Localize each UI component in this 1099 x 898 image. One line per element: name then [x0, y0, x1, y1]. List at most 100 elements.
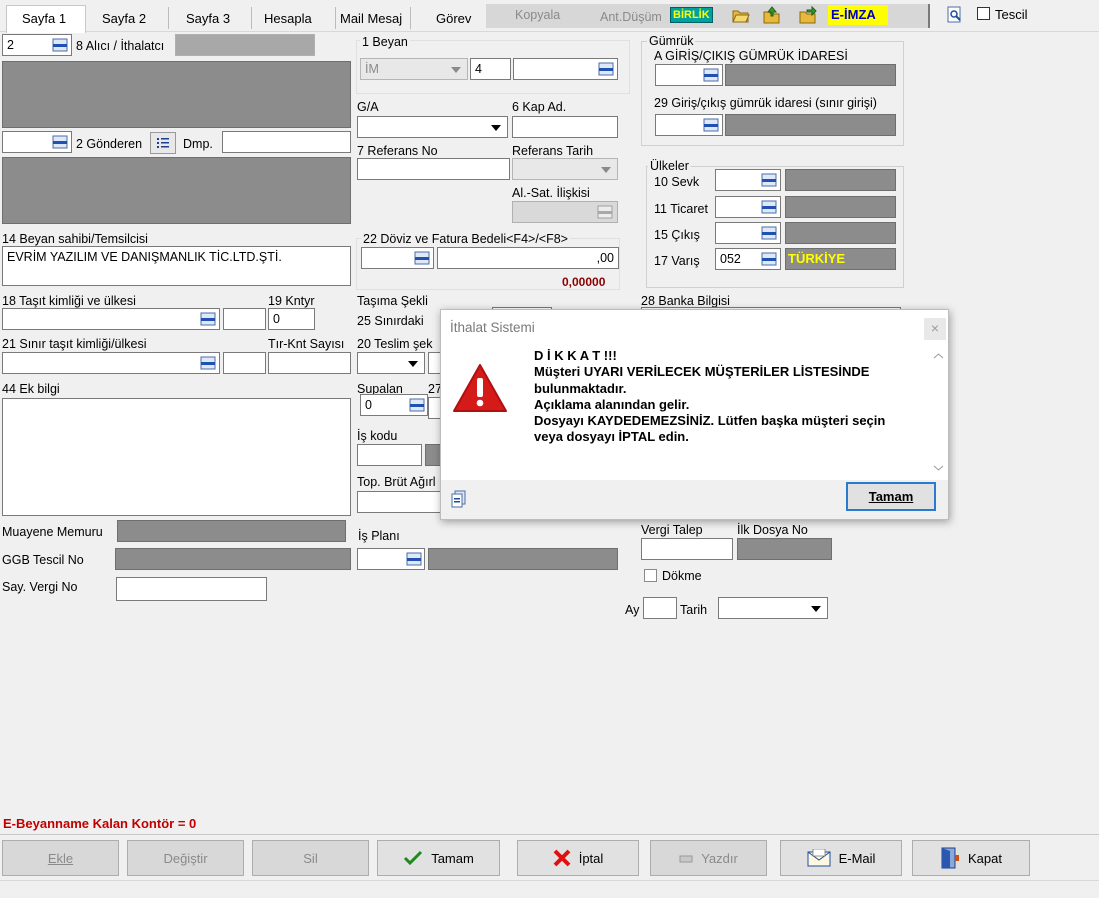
doviz-total: 0,00000	[562, 275, 606, 289]
referans-no-input[interactable]	[357, 158, 510, 180]
sinirdaki-label: 25 Sınırdaki	[357, 314, 424, 328]
search-doc-icon[interactable]	[947, 6, 963, 27]
dmp-input[interactable]	[222, 131, 351, 153]
chevron-down-icon	[933, 465, 944, 471]
tasima-label: Taşıma Şekli	[357, 294, 428, 308]
banka-label: 28 Banka Bilgisi	[641, 294, 730, 308]
lookup-icon[interactable]	[406, 395, 428, 415]
lookup-icon[interactable]	[403, 549, 425, 569]
vergi-talep-input[interactable]	[641, 538, 733, 560]
beyan-sahibi-input[interactable]: EVRİM YAZILIM VE DANIŞMANLIK TİC.LTD.ŞTİ…	[2, 246, 351, 286]
al-sat-label: Al.-Sat. İlişkisi	[512, 186, 590, 200]
gonderen-address-field	[2, 157, 351, 224]
tasit-input[interactable]	[2, 308, 220, 330]
kntyr-input[interactable]: 0	[268, 308, 315, 330]
lookup-icon[interactable]	[700, 115, 722, 135]
beyan-type-select[interactable]: İM	[360, 58, 468, 80]
ticaret-label: 11 Ticaret	[654, 202, 708, 216]
degistir-label: Değiştir	[163, 850, 208, 866]
doviz-amount-input[interactable]: ,00	[437, 247, 619, 269]
folder-forward-icon[interactable]	[799, 5, 817, 27]
cikis-name-field	[785, 222, 896, 244]
lookup-icon[interactable]	[758, 223, 780, 243]
degistir-button[interactable]: Değiştir	[127, 840, 244, 876]
tab-sayfa-2[interactable]: Sayfa 2	[102, 7, 146, 29]
kopyala-button[interactable]: Kopyala	[515, 8, 560, 22]
lookup-icon[interactable]	[411, 248, 433, 268]
dialog-line: Dosyayı KAYDEDEMEZSİNİZ. Lütfen başka mü…	[534, 413, 886, 429]
tarih-label: Tarih	[680, 603, 708, 617]
teslim-select[interactable]	[357, 352, 425, 374]
teslim-label: 20 Teslim şek	[357, 337, 433, 351]
cikis-label: 15 Çıkış	[654, 228, 700, 242]
e-imza-button[interactable]: E-İMZA	[828, 5, 888, 25]
dokme-checkbox[interactable]	[644, 569, 657, 582]
sil-button[interactable]: Sil	[252, 840, 369, 876]
lookup-icon[interactable]	[700, 65, 722, 85]
lookup-icon[interactable]	[197, 353, 219, 373]
kapat-button[interactable]: Kapat	[912, 840, 1030, 876]
yazdir-button[interactable]: Yazdır	[650, 840, 767, 876]
lookup-icon[interactable]	[595, 59, 617, 79]
lookup-icon[interactable]	[594, 202, 616, 222]
sinir-tasit-ulke-input[interactable]	[223, 352, 266, 374]
tarih-select[interactable]	[718, 597, 828, 619]
ulkeler-label: Ülkeler	[648, 159, 691, 173]
beyan-num-input[interactable]: 4	[470, 58, 511, 80]
ay-input[interactable]	[643, 597, 677, 619]
top-brut-input[interactable]	[357, 491, 440, 513]
dialog-line: veya dosyayı İPTAL edin.	[534, 429, 689, 445]
tab-mail-mesaj[interactable]: Mail Mesaj	[340, 7, 402, 29]
ggb-label: GGB Tescil No	[2, 553, 84, 567]
sinir-tasit-input[interactable]	[2, 352, 220, 374]
lookup-icon[interactable]	[49, 35, 71, 55]
kap-input[interactable]	[512, 116, 618, 138]
bottom-divider	[0, 834, 1099, 835]
dialog-scrollbar[interactable]	[930, 348, 947, 476]
varis-country-value: TÜRKİYE	[788, 251, 846, 266]
folder-up-icon[interactable]	[763, 6, 781, 27]
tir-input[interactable]	[268, 352, 351, 374]
teslim-extra-input[interactable]	[428, 352, 440, 374]
dialog-close-button[interactable]: ×	[924, 318, 946, 340]
is-kodu-input[interactable]	[357, 444, 422, 466]
tir-label: Tır-Knt Sayısı	[268, 337, 345, 351]
sinir-giris-name-field	[725, 114, 896, 136]
birlik-button[interactable]: BİRLİK	[670, 7, 713, 23]
warning-icon	[451, 362, 509, 417]
list-icon[interactable]	[150, 132, 176, 154]
ekle-button[interactable]: Ekle	[2, 840, 119, 876]
tab-sayfa-3[interactable]: Sayfa 3	[186, 7, 230, 29]
sevk-label: 10 Sevk	[654, 175, 700, 189]
tab-separator	[251, 7, 252, 29]
ek-bilgi-textarea[interactable]	[2, 398, 351, 516]
chevron-down-icon	[601, 167, 611, 173]
gonderen-label: 2 Gönderen	[76, 137, 143, 151]
iptal-button[interactable]: İptal	[517, 840, 639, 876]
tab-hesapla[interactable]: Hesapla	[264, 7, 312, 29]
tab-separator	[168, 7, 169, 29]
dialog-ok-button[interactable]: Tamam	[846, 482, 936, 511]
referans-tarih-select[interactable]	[512, 158, 618, 180]
lookup-icon[interactable]	[197, 309, 219, 329]
copy-details-icon[interactable]	[451, 490, 469, 511]
ay-label: Ay	[625, 603, 640, 617]
sil-label: Sil	[303, 850, 318, 866]
lookup-icon[interactable]	[758, 249, 780, 269]
folder-open-icon[interactable]	[732, 8, 750, 27]
tab-gorev[interactable]: Görev	[436, 7, 471, 29]
tescil-checkbox[interactable]	[977, 7, 990, 20]
status-bar	[0, 880, 1099, 898]
lookup-icon[interactable]	[49, 132, 71, 152]
ga-select[interactable]	[357, 116, 508, 138]
tamam-button[interactable]: Tamam	[377, 840, 500, 876]
ant-dusum-button[interactable]: Ant.Düşüm	[600, 10, 662, 24]
tasit-ulke-input[interactable]	[223, 308, 266, 330]
door-exit-icon	[941, 847, 959, 869]
lookup-icon[interactable]	[758, 170, 780, 190]
field-27-input[interactable]	[428, 397, 440, 419]
lookup-icon[interactable]	[758, 197, 780, 217]
tab-separator	[335, 7, 336, 29]
say-vergi-input[interactable]	[116, 577, 267, 601]
email-button[interactable]: E-Mail	[780, 840, 902, 876]
